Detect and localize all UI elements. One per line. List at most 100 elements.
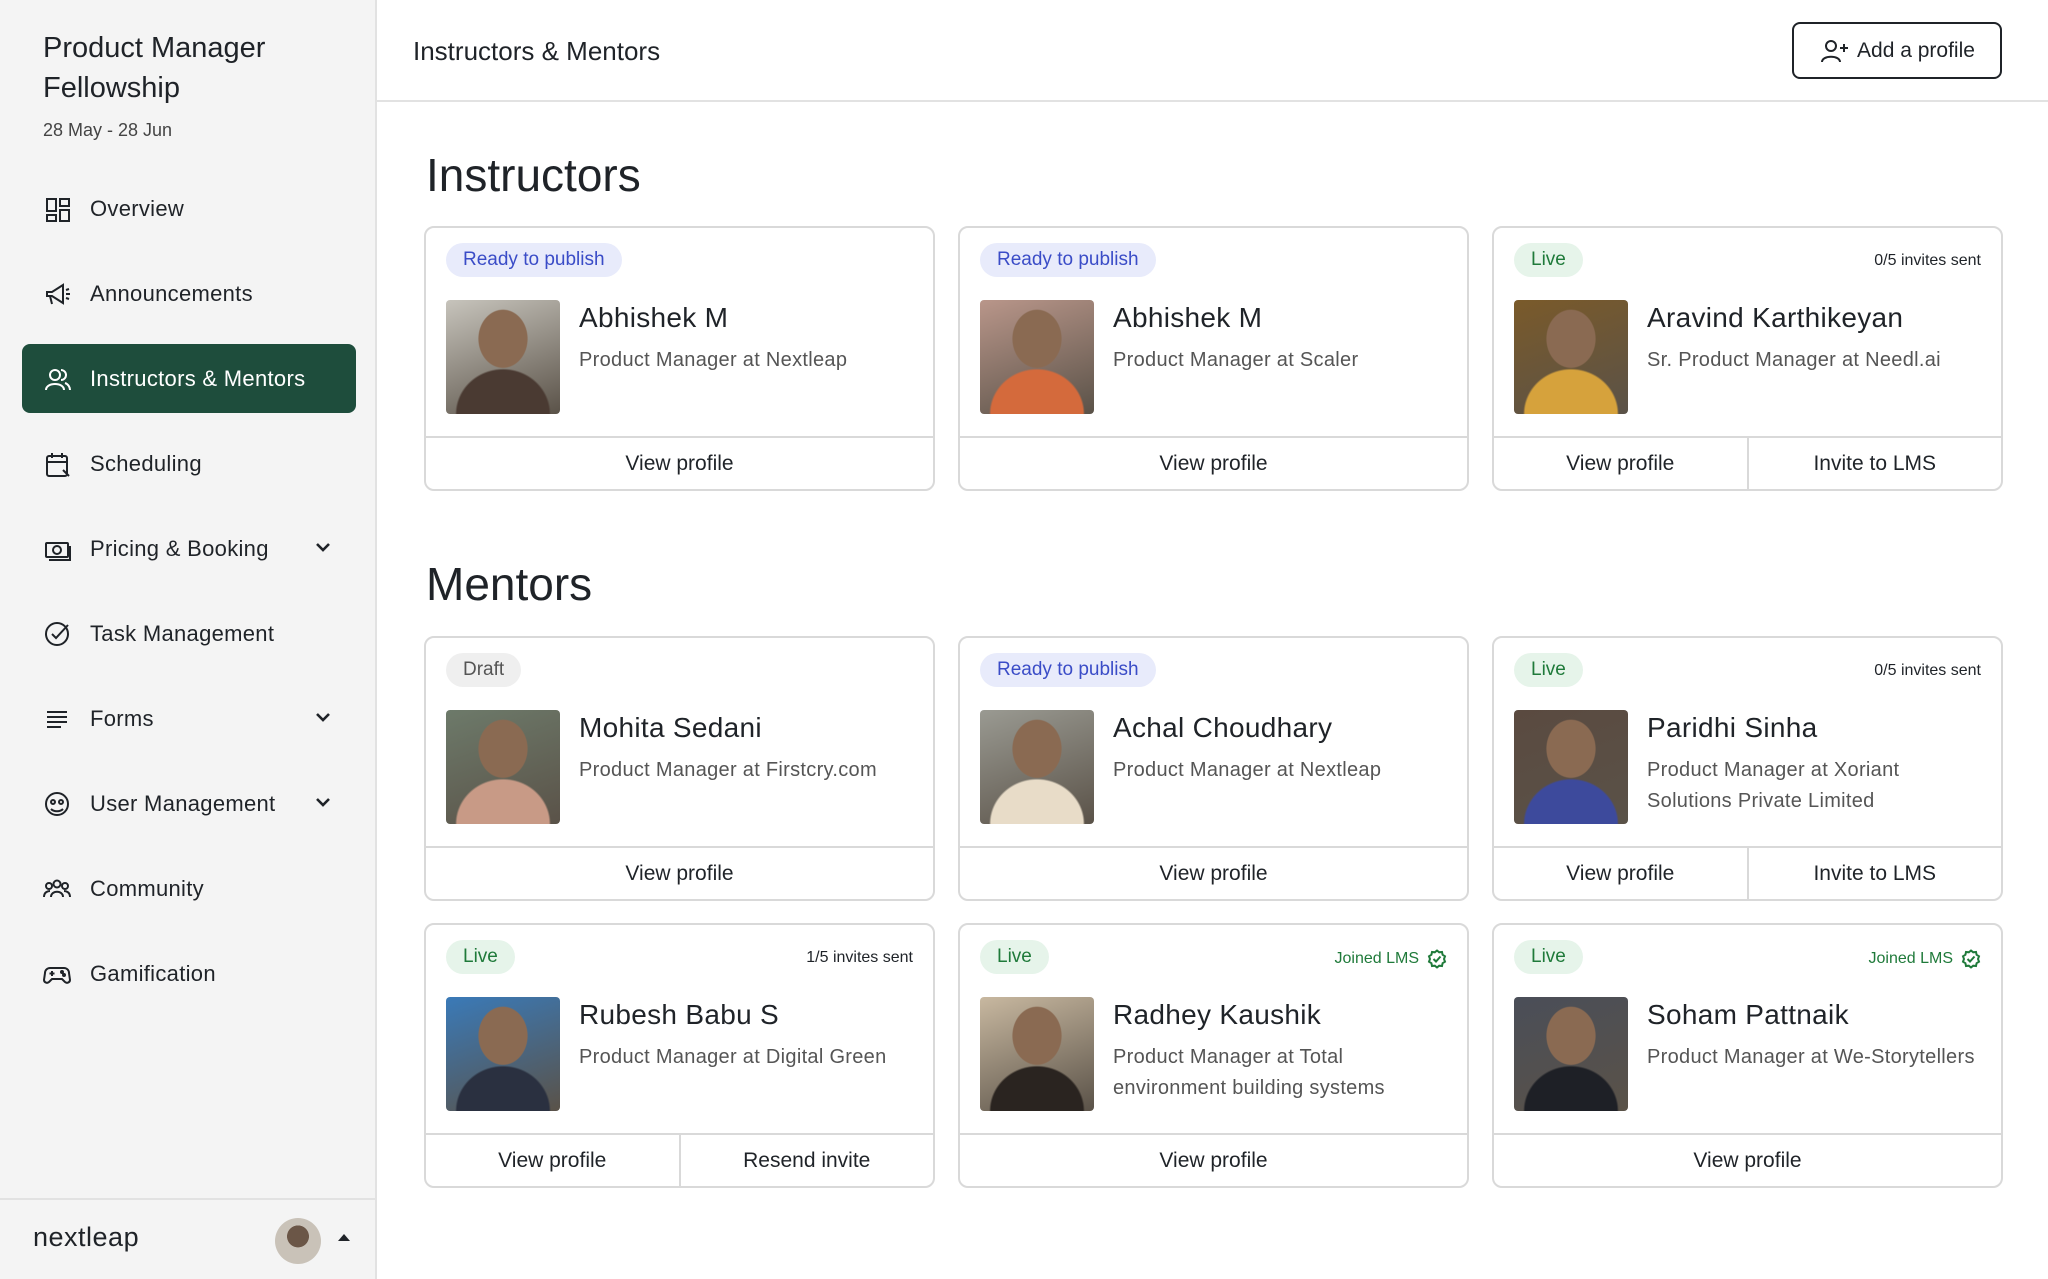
- instructor-card: Ready to publish Abhishek M Product Manage…: [424, 226, 935, 491]
- program-dates: 28 May - 28 Jun: [43, 120, 173, 140]
- sidebar-item-label: Forms: [90, 705, 154, 731]
- mentor-card: Live 1/5 invites sent Rubesh Babu S Product…: [424, 923, 935, 1188]
- sidebar-nav: Overview Announcements Instructors & Mento…: [22, 174, 356, 1024]
- mentor-card: Live Joined LMS Radhey Kaushik Product Mana…: [958, 923, 1469, 1188]
- invites-count: 1/5 invites sent: [806, 949, 913, 967]
- caret-up-icon[interactable]: [336, 1230, 352, 1246]
- profile-name: Mohita Sedani: [579, 712, 762, 743]
- add-profile-button[interactable]: Add a profile: [1792, 22, 2002, 79]
- profile-role: Product Manager at We-Storytellers: [1647, 1046, 1975, 1068]
- sidebar-item-label: Instructors & Mentors: [90, 365, 306, 391]
- profile-photo: [1514, 997, 1628, 1111]
- page-header: Instructors & Mentors Add a profile: [377, 0, 2048, 102]
- profile-photo: [446, 997, 560, 1111]
- sidebar-item-label: Pricing & Booking: [90, 535, 269, 561]
- resend-invite-button[interactable]: Resend invite: [678, 1135, 934, 1186]
- user-circle-icon: [42, 789, 72, 819]
- calendar-icon: [42, 449, 72, 479]
- profile-name: Abhishek M: [579, 302, 729, 333]
- card-actions: View profile: [1494, 1133, 2001, 1186]
- invites-count: 0/5 invites sent: [1874, 662, 1981, 680]
- status-badge: Ready to publish: [980, 653, 1156, 687]
- profile-photo: [1514, 300, 1628, 414]
- page-title: Instructors & Mentors: [413, 36, 661, 66]
- invite-to-lms-button[interactable]: Invite to LMS: [1746, 848, 2002, 899]
- sidebar-item-label: Gamification: [90, 960, 216, 986]
- profile-role: Sr. Product Manager at Needl.ai: [1647, 349, 1941, 371]
- profile-photo: [980, 710, 1094, 824]
- chevron-down-icon[interactable]: [312, 791, 334, 813]
- view-profile-button[interactable]: View profile: [960, 848, 1467, 899]
- card-actions: View profile Resend invite: [426, 1133, 933, 1186]
- add-user-icon: [1821, 39, 1849, 62]
- sidebar-item-forms[interactable]: Forms: [22, 684, 356, 753]
- chevron-down-icon[interactable]: [312, 706, 334, 728]
- instructor-card: Live 0/5 invites sent Aravind Karthikeyan S…: [1492, 226, 2003, 491]
- profile-name: Paridhi Sinha: [1647, 712, 1818, 743]
- status-badge: Live: [1514, 653, 1583, 687]
- sidebar-item-label: User Management: [90, 790, 276, 816]
- invite-to-lms-button[interactable]: Invite to LMS: [1746, 438, 2002, 489]
- joined-lms-status: Joined LMS: [1335, 949, 1448, 969]
- profile-photo: [980, 997, 1094, 1111]
- money-icon: [42, 534, 72, 564]
- sidebar-item-user-management[interactable]: User Management: [22, 769, 356, 838]
- list-icon: [42, 704, 72, 734]
- instructors-heading: Instructors: [426, 149, 641, 201]
- mentor-card: Live 0/5 invites sent Paridhi Sinha Product…: [1492, 636, 2003, 901]
- card-actions: View profile: [426, 436, 933, 489]
- sidebar-item-announcements[interactable]: Announcements: [22, 259, 356, 328]
- status-badge: Ready to publish: [980, 243, 1156, 277]
- profile-role: Product Manager at Firstcry.com: [579, 759, 877, 781]
- sidebar-item-task-management[interactable]: Task Management: [22, 599, 356, 668]
- profile-name: Radhey Kaushik: [1113, 999, 1322, 1030]
- status-badge: Live: [980, 940, 1049, 974]
- view-profile-button[interactable]: View profile: [1494, 1135, 2001, 1186]
- sidebar-footer: nextleap: [0, 1198, 375, 1279]
- view-profile-button[interactable]: View profile: [1494, 848, 1747, 899]
- card-actions: View profile Invite to LMS: [1494, 436, 2001, 489]
- view-profile-button[interactable]: View profile: [426, 848, 933, 899]
- sidebar-item-label: Scheduling: [90, 450, 202, 476]
- profile-name: Achal Choudhary: [1113, 712, 1333, 743]
- view-profile-button[interactable]: View profile: [1494, 438, 1747, 489]
- user-avatar[interactable]: [275, 1218, 321, 1264]
- sidebar-item-label: Community: [90, 875, 204, 901]
- status-badge: Live: [446, 940, 515, 974]
- profile-photo: [446, 300, 560, 414]
- status-badge: Draft: [446, 653, 522, 687]
- profile-role: Product Manager at Digital Green: [579, 1046, 887, 1068]
- view-profile-button[interactable]: View profile: [960, 1135, 1467, 1186]
- profile-name: Abhishek M: [1113, 302, 1263, 333]
- sidebar-item-community[interactable]: Community: [22, 854, 356, 923]
- profile-photo: [446, 710, 560, 824]
- sidebar-item-overview[interactable]: Overview: [22, 174, 356, 243]
- sidebar-item-scheduling[interactable]: Scheduling: [22, 429, 356, 498]
- profile-role: Product Manager at Scaler: [1113, 349, 1359, 371]
- card-actions: View profile: [960, 846, 1467, 899]
- status-badge: Live: [1514, 243, 1583, 277]
- view-profile-button[interactable]: View profile: [426, 1135, 679, 1186]
- sidebar-item-label: Task Management: [90, 620, 275, 646]
- view-profile-button[interactable]: View profile: [426, 438, 933, 489]
- view-profile-button[interactable]: View profile: [960, 438, 1467, 489]
- chevron-down-icon[interactable]: [312, 536, 334, 558]
- sidebar-item-gamification[interactable]: Gamification: [22, 939, 356, 1008]
- card-actions: View profile Invite to LMS: [1494, 846, 2001, 899]
- profile-name: Rubesh Babu S: [579, 999, 780, 1030]
- joined-lms-status: Joined LMS: [1869, 949, 1982, 969]
- nextleap-logo: nextleap: [33, 1222, 140, 1252]
- profile-role: Product Manager at Nextleap: [579, 349, 848, 371]
- meta-text: 0/5 invites sent: [1874, 252, 1981, 269]
- profile-role: Product Manager at Total environment bui…: [1113, 1046, 1385, 1099]
- meta-text: 1/5 invites sent: [806, 949, 913, 966]
- profile-photo: [980, 300, 1094, 414]
- sidebar-item-pricing-booking[interactable]: Pricing & Booking: [22, 514, 356, 583]
- mentor-card: Live Joined LMS Soham Pattnaik Product Mana…: [1492, 923, 2003, 1188]
- mentor-card: Ready to publish Achal Choudhary Product M…: [958, 636, 1469, 901]
- add-profile-label: Add a profile: [1857, 38, 1975, 62]
- profile-role: Product Manager at Xoriant Solutions Pri…: [1647, 759, 1900, 812]
- card-actions: View profile: [960, 1133, 1467, 1186]
- verified-check-icon: [1961, 949, 1981, 969]
- sidebar-item-instructors-mentors[interactable]: Instructors & Mentors: [22, 344, 356, 413]
